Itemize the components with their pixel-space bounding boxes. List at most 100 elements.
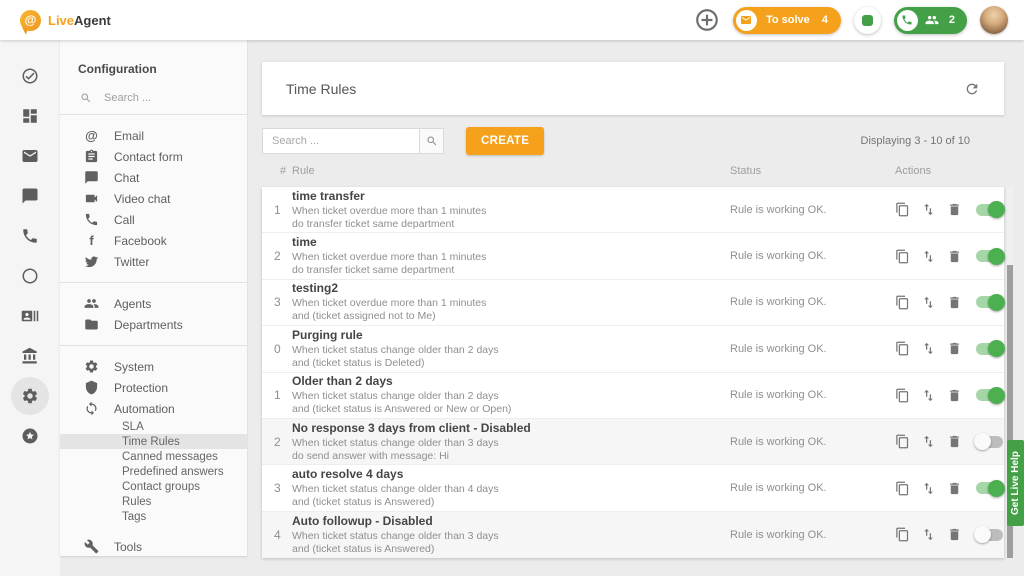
sidebar-item-protection[interactable]: Protection [60, 377, 247, 398]
sidebar-item-predefined-answers[interactable]: Predefined answers [60, 464, 247, 479]
rail-item-calls[interactable] [10, 216, 50, 256]
rule-toggle[interactable] [976, 296, 1003, 308]
sidebar-item-contact-groups[interactable]: Contact groups [60, 479, 247, 494]
sidebar-item-label: Departments [114, 318, 183, 332]
sidebar-item-label: Twitter [114, 255, 149, 269]
rule-actions [895, 434, 1004, 449]
copy-rule-button[interactable] [895, 341, 910, 356]
sidebar-item-contact-form[interactable]: Contact form [60, 146, 247, 167]
chat-status-button[interactable] [854, 7, 881, 34]
rule-row-older-than-2-days[interactable]: 1Older than 2 daysWhen ticket status cha… [262, 373, 1004, 419]
rule-row-time-transfer[interactable]: 1time transferWhen ticket overdue more t… [262, 187, 1004, 233]
rail-item-loop[interactable] [10, 256, 50, 296]
user-avatar[interactable] [980, 6, 1008, 34]
rule-row-auto-resolve-4-days[interactable]: 3auto resolve 4 daysWhen ticket status c… [262, 465, 1004, 511]
rail-item-contacts[interactable] [10, 296, 50, 336]
copy-rule-button[interactable] [895, 434, 910, 449]
rule-row-testing2[interactable]: 3testing2When ticket overdue more than 1… [262, 280, 1004, 326]
reorder-rule-button[interactable] [921, 388, 936, 403]
rule-row-time[interactable]: 2timeWhen ticket overdue more than 1 min… [262, 233, 1004, 279]
toggle-knob [988, 248, 1005, 265]
rule-action: do transfer ticket same department [292, 264, 730, 277]
sidebar-item-video-chat[interactable]: Video chat [60, 188, 247, 209]
delete-rule-button[interactable] [947, 434, 962, 449]
copy-rule-button[interactable] [895, 388, 910, 403]
rail-item-dashboard[interactable] [10, 96, 50, 136]
reorder-rule-button[interactable] [921, 434, 936, 449]
to-solve-button[interactable]: To solve 4 [733, 7, 841, 34]
rule-info: Older than 2 daysWhen ticket status chan… [292, 374, 730, 416]
rule-order: 4 [262, 528, 292, 542]
config-sidebar: Configuration @EmailContact formChatVide… [60, 40, 247, 556]
rail-item-tickets[interactable] [10, 136, 50, 176]
rule-toggle[interactable] [976, 529, 1003, 541]
rail-item-settings[interactable] [11, 377, 49, 415]
calls-button[interactable]: 2 [894, 7, 967, 34]
delete-rule-button[interactable] [947, 202, 962, 217]
sidebar-item-call[interactable]: Call [60, 209, 247, 230]
rule-toggle[interactable] [976, 436, 1003, 448]
rule-toggle[interactable] [976, 482, 1003, 494]
sidebar-item-automation[interactable]: Automation [60, 398, 247, 419]
refresh-button[interactable] [964, 81, 980, 97]
sidebar-item-agents[interactable]: Agents [60, 293, 247, 314]
sidebar-item-facebook[interactable]: fFacebook [60, 230, 247, 251]
rule-order: 3 [262, 481, 292, 495]
copy-rule-button[interactable] [895, 295, 910, 310]
rule-actions [895, 481, 1004, 496]
copy-rule-button[interactable] [895, 527, 910, 542]
sidebar-item-twitter[interactable]: Twitter [60, 251, 247, 272]
sidebar-item-tools[interactable]: Tools [60, 536, 247, 557]
create-button[interactable]: CREATE [466, 127, 544, 155]
rule-order: 3 [262, 295, 292, 309]
copy-rule-button[interactable] [895, 481, 910, 496]
rail-item-billing[interactable] [10, 336, 50, 376]
rule-row-purging-rule[interactable]: 0Purging ruleWhen ticket status change o… [262, 326, 1004, 372]
automation-icon [84, 401, 99, 416]
reorder-rule-button[interactable] [921, 341, 936, 356]
sidebar-item-email[interactable]: @Email [60, 125, 247, 146]
rule-row-no-response-3-days-from-client-disabled[interactable]: 2No response 3 days from client - Disabl… [262, 419, 1004, 465]
reorder-rule-button[interactable] [921, 202, 936, 217]
get-live-help-button[interactable]: Get Live Help [1007, 440, 1024, 526]
reorder-rule-button[interactable] [921, 527, 936, 542]
delete-rule-button[interactable] [947, 527, 962, 542]
rail-item-tasks[interactable] [10, 56, 50, 96]
sidebar-search-input[interactable] [104, 92, 214, 104]
reorder-rule-button[interactable] [921, 249, 936, 264]
rule-toggle[interactable] [976, 389, 1003, 401]
rule-row-auto-followup-disabled[interactable]: 4Auto followup - DisabledWhen ticket sta… [262, 512, 1004, 558]
rule-status: Rule is working OK. [730, 529, 895, 541]
rail-item-chats[interactable] [10, 176, 50, 216]
page-title: Time Rules [286, 81, 356, 97]
rule-condition: When ticket status change older than 4 d… [292, 483, 730, 496]
delete-rule-button[interactable] [947, 481, 962, 496]
delete-rule-button[interactable] [947, 249, 962, 264]
contact-card-icon [21, 307, 39, 325]
sidebar-item-canned-messages[interactable]: Canned messages [60, 449, 247, 464]
sidebar-item-sla[interactable]: SLA [60, 419, 247, 434]
rules-search-input[interactable] [262, 128, 420, 154]
sidebar-item-rules[interactable]: Rules [60, 494, 247, 509]
copy-rule-button[interactable] [895, 202, 910, 217]
sidebar-item-system[interactable]: System [60, 356, 247, 377]
rule-toggle[interactable] [976, 204, 1003, 216]
sidebar-item-chat[interactable]: Chat [60, 167, 247, 188]
reorder-rule-button[interactable] [921, 481, 936, 496]
sidebar-item-time-rules[interactable]: Time Rules [60, 434, 247, 449]
add-button[interactable] [694, 7, 720, 33]
logo-bubble-icon: @ [20, 10, 41, 31]
search-button[interactable] [420, 128, 444, 154]
rail-item-badge[interactable] [10, 416, 50, 456]
delete-rule-button[interactable] [947, 341, 962, 356]
sidebar-item-label: Chat [114, 171, 139, 185]
toolbar: CREATE Displaying 3 - 10 of 10 [262, 127, 1004, 155]
rule-toggle[interactable] [976, 343, 1003, 355]
sidebar-item-tags[interactable]: Tags [60, 509, 247, 524]
delete-rule-button[interactable] [947, 295, 962, 310]
rule-toggle[interactable] [976, 250, 1003, 262]
delete-rule-button[interactable] [947, 388, 962, 403]
copy-rule-button[interactable] [895, 249, 910, 264]
sidebar-item-departments[interactable]: Departments [60, 314, 247, 335]
reorder-rule-button[interactable] [921, 295, 936, 310]
